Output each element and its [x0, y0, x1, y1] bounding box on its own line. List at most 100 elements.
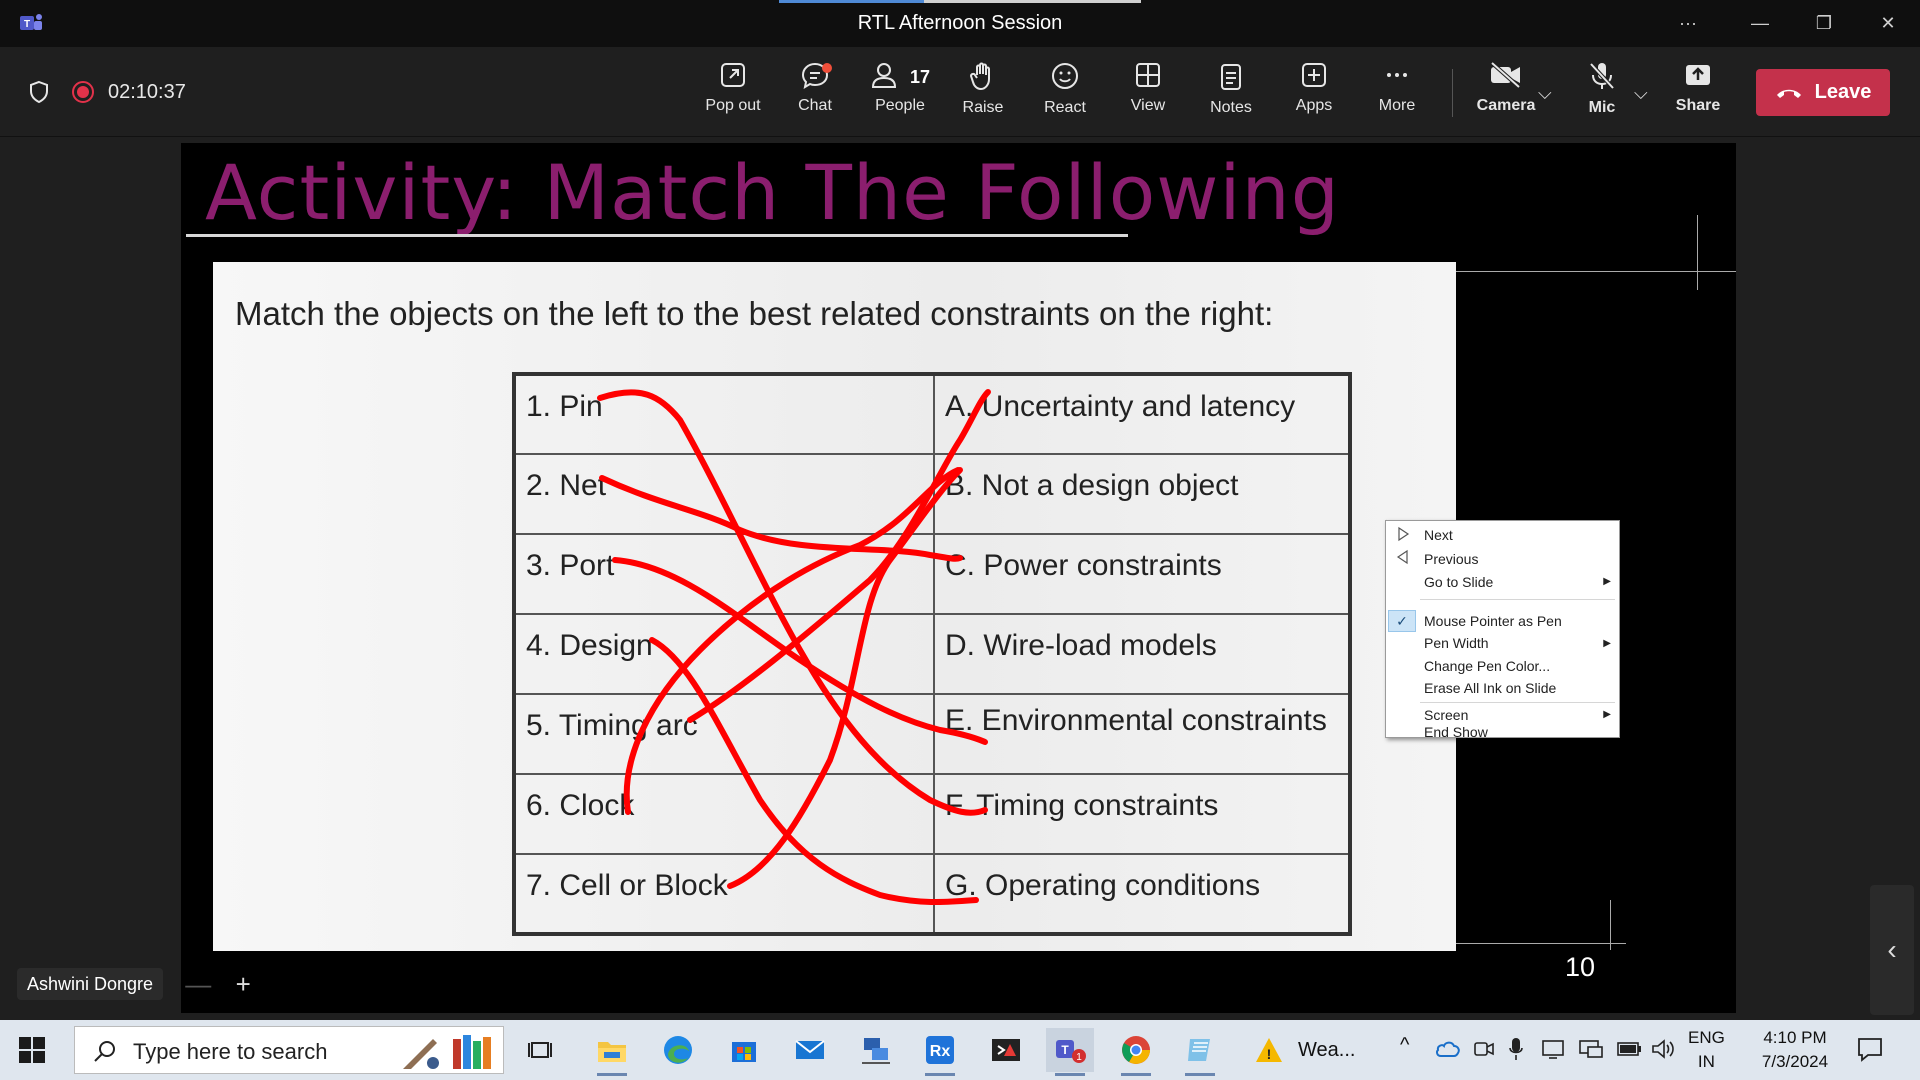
windows-taskbar: Type here to search Rx T1 ! Wea... ^ ENG… [0, 1020, 1920, 1080]
rdc-app-icon[interactable]: Rx [916, 1028, 964, 1076]
region-code: IN [1697, 1052, 1715, 1071]
weather-label: Wea... [1298, 1038, 1356, 1061]
view-button[interactable]: View [1113, 61, 1183, 127]
menu-item-change-pen-color[interactable]: Change Pen Color... [1424, 656, 1550, 676]
people-count: 17 [910, 67, 931, 87]
popout-button[interactable]: Pop out [698, 61, 768, 127]
slide-page-number: 10 [1565, 952, 1596, 982]
network-tray-icon[interactable] [1578, 1038, 1604, 1060]
input-language-indicator[interactable]: ENG IN [1688, 1026, 1725, 1074]
menu-item-erase-all-ink[interactable]: Erase All Ink on Slide [1424, 678, 1556, 698]
hang-up-icon [1776, 89, 1801, 98]
title-underline [186, 234, 1128, 237]
menu-item-screen[interactable]: Screen [1424, 705, 1468, 725]
taskbar-clock[interactable]: 4:10 PM 7/3/2024 [1750, 1026, 1840, 1074]
go-to-slide-label: Go to Slide [1424, 574, 1494, 590]
notifications-icon[interactable] [1856, 1036, 1884, 1062]
minimize-button[interactable]: — [1740, 8, 1780, 38]
match-right-cell: E. Environmental constraints [933, 693, 1351, 775]
taskbar-search-box[interactable]: Type here to search [74, 1026, 504, 1074]
notepad-app-icon[interactable] [1176, 1028, 1224, 1076]
menu-item-next[interactable]: Next [1424, 525, 1453, 545]
menu-item-pen-width[interactable]: Pen Width [1424, 633, 1489, 653]
weather-widget[interactable]: ! Wea... [1254, 1028, 1374, 1072]
raise-label: Raise [962, 99, 1004, 116]
microphone-tray-icon[interactable] [1508, 1036, 1524, 1062]
search-highlight-books-icon [403, 1035, 491, 1069]
raise-hand-icon [969, 62, 990, 91]
volume-icon[interactable] [1651, 1038, 1675, 1060]
progress-bar [779, 0, 1141, 3]
match-left-cell: 1. Pin [513, 373, 935, 455]
title-bar: T RTL Afternoon Session ··· — ❐ ✕ [0, 0, 1920, 47]
teams-notification-badge: 1 [1076, 1052, 1082, 1063]
mail-icon[interactable] [786, 1028, 834, 1072]
slide-decoration-line [1697, 215, 1698, 290]
match-right-cell: F. Timing constraints [933, 773, 1351, 855]
chrome-browser-icon[interactable] [1112, 1028, 1160, 1076]
table-row: 6. Clock F. Timing constraints [513, 773, 1351, 855]
mic-button[interactable]: Mic [1567, 61, 1637, 127]
edge-browser-icon[interactable] [654, 1028, 702, 1072]
chat-label: Chat [798, 97, 832, 114]
meet-now-icon[interactable] [1473, 1038, 1495, 1060]
menu-item-previous[interactable]: Previous [1424, 549, 1478, 569]
clock-date: 7/3/2024 [1761, 1052, 1829, 1071]
teams-taskbar-icon[interactable]: T1 [1046, 1028, 1094, 1076]
menu-item-go-to-slide[interactable]: Go to Slide [1424, 572, 1619, 592]
apps-button[interactable]: Apps [1279, 61, 1349, 127]
meeting-timer: 02:10:37 [108, 80, 186, 103]
battery-icon[interactable] [1616, 1040, 1642, 1058]
terminal-app-icon[interactable] [982, 1028, 1030, 1072]
raise-hand-button[interactable]: Raise [948, 61, 1018, 127]
camera-options-chevron-icon[interactable]: ⌵ [1538, 83, 1552, 104]
zoom-out-button[interactable]: — [185, 969, 211, 1000]
share-button[interactable]: Share [1663, 61, 1733, 127]
people-button[interactable]: 17 People [862, 61, 938, 127]
toolbar-divider [1452, 69, 1453, 117]
notes-label: Notes [1210, 99, 1252, 116]
windows-start-icon[interactable] [18, 1036, 46, 1064]
leave-button[interactable]: Leave [1756, 69, 1890, 116]
zoom-controls: — + [173, 966, 263, 1002]
display-settings-icon[interactable] [1541, 1038, 1565, 1060]
search-placeholder: Type here to search [133, 1039, 328, 1064]
add-apps-icon [1302, 63, 1326, 87]
share-screen-icon [1686, 65, 1710, 85]
chat-button[interactable]: Chat [780, 61, 850, 127]
react-button[interactable]: React [1030, 61, 1100, 127]
menu-item-end-show[interactable]: End Show [1424, 725, 1488, 739]
notes-button[interactable]: Notes [1196, 61, 1266, 127]
network-app-icon[interactable] [852, 1028, 900, 1072]
zoom-in-button[interactable]: + [236, 969, 251, 1000]
slide-instruction: Match the objects on the left to the bes… [235, 295, 1274, 332]
match-left-cell: 6. Clock [513, 773, 935, 855]
onedrive-cloud-icon[interactable] [1435, 1038, 1461, 1058]
side-panel-toggle[interactable]: ‹ [1870, 885, 1914, 1015]
submenu-arrow-icon: ▶ [1603, 638, 1611, 649]
close-button[interactable]: ✕ [1868, 8, 1908, 38]
file-explorer-icon[interactable] [588, 1028, 636, 1076]
restore-button[interactable]: ❐ [1804, 8, 1844, 38]
language-code: ENG [1688, 1028, 1725, 1047]
slide-decoration-line [1610, 900, 1611, 950]
mic-options-chevron-icon[interactable]: ⌵ [1634, 83, 1648, 104]
clock-time: 4:10 PM [1763, 1028, 1827, 1047]
checkmark-icon: ✓ [1388, 610, 1416, 632]
show-hidden-icons-chevron-icon[interactable]: ^ [1400, 1034, 1409, 1057]
match-table: 1. Pin A. Uncertainty and latency 2. Net B.… [512, 372, 1352, 936]
more-button[interactable]: More [1362, 61, 1432, 127]
camera-button[interactable]: Camera [1471, 61, 1541, 127]
task-view-icon[interactable] [516, 1028, 564, 1072]
leave-label: Leave [1814, 81, 1872, 103]
shield-icon[interactable] [28, 80, 50, 104]
more-options-icon[interactable]: ··· [1668, 8, 1708, 38]
table-row: 7. Cell or Block G. Operating conditions [513, 853, 1351, 935]
view-label: View [1130, 97, 1166, 114]
microsoft-store-icon[interactable] [720, 1028, 768, 1072]
slide-decoration-line [1456, 943, 1626, 944]
smiley-icon [1052, 63, 1078, 89]
participant-name-tag: Ashwini Dongre [17, 968, 164, 1000]
active-indicator [1121, 1073, 1151, 1076]
menu-item-mouse-pointer-as-pen[interactable]: Mouse Pointer as Pen [1424, 611, 1562, 631]
